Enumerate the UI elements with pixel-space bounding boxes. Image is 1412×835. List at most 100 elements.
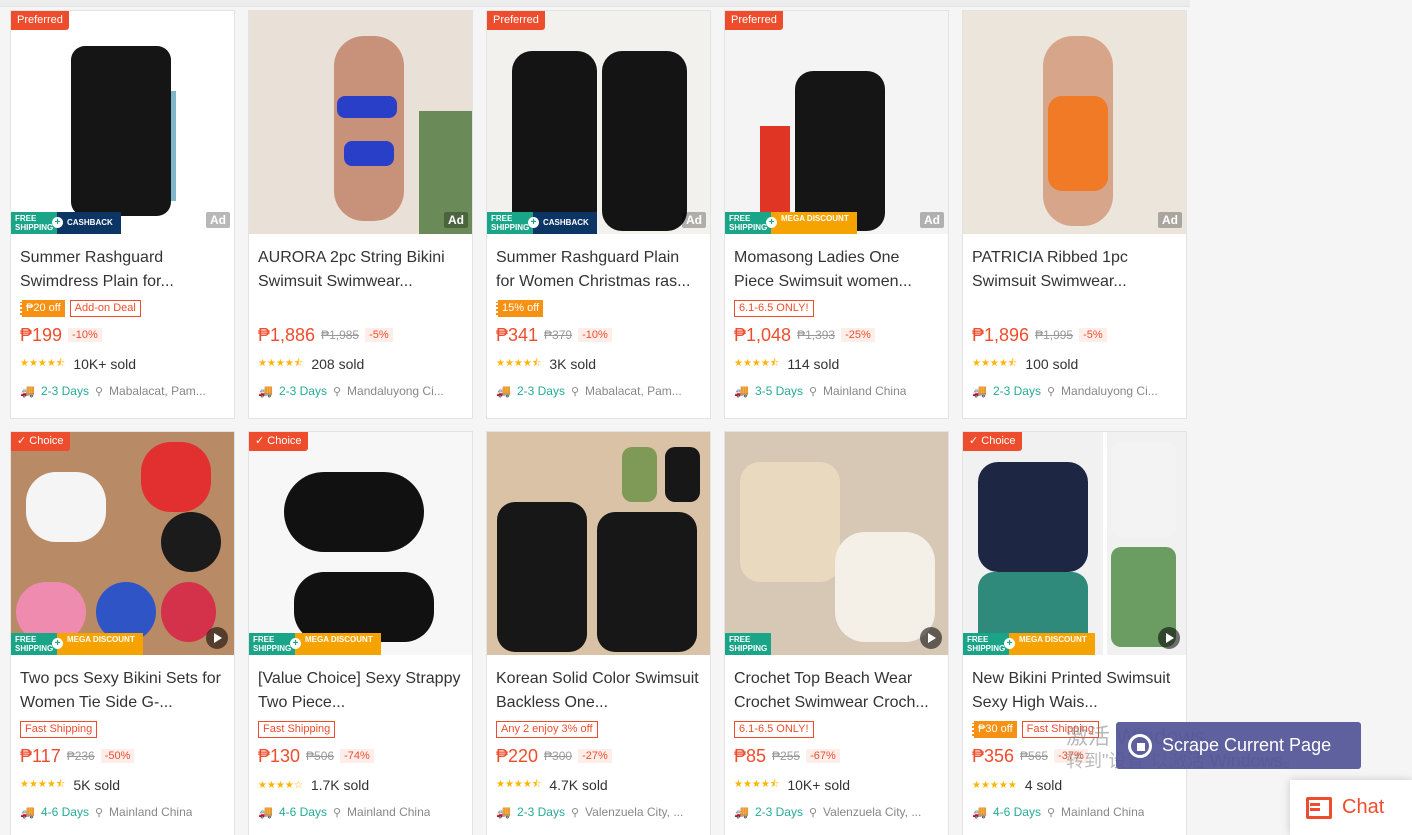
promo-row [963, 295, 1186, 317]
product-title[interactable]: Korean Solid Color Swimsuit Backless One… [487, 655, 710, 716]
promo-badges: FREE SHIPPING + CASHBACK [11, 212, 121, 234]
current-price: ₱220 [496, 745, 539, 766]
promo-badges: FREE SHIPPING + MEGA DISCOUNT [249, 633, 381, 655]
seller-location: Mandaluyong Ci... [1061, 384, 1158, 398]
product-image-area[interactable]: FREE SHIPPING [725, 432, 948, 655]
discount-badge: -10% [68, 328, 102, 342]
location-pin-icon: ⚲ [570, 385, 580, 398]
promo-row: 15% off [487, 295, 710, 317]
promo-badges: FREE SHIPPING + MEGA DISCOUNT [725, 212, 857, 234]
product-card[interactable]: Ad AURORA 2pc String Bikini Swimsuit Swi… [248, 10, 473, 419]
product-title[interactable]: New Bikini Printed Swimsuit Sexy High Wa… [963, 655, 1186, 716]
rating-stars-icon: ★★★★⯪ [734, 778, 780, 790]
mega-discount-badge: MEGA DISCOUNT [57, 633, 143, 655]
product-title[interactable]: Summer Rashguard Swimdress Plain for... [11, 234, 234, 295]
product-card[interactable]: Preferred FREE SHIPPING + CASHBACK Ad Summ… [486, 10, 711, 419]
promo-badges: FREE SHIPPING + MEGA DISCOUNT [963, 633, 1095, 655]
product-title[interactable]: AURORA 2pc String Bikini Swimsuit Swimwe… [249, 234, 472, 295]
ad-label: Ad [682, 212, 706, 228]
promo-row: Fast Shipping [249, 716, 472, 738]
product-image-area[interactable] [487, 432, 710, 655]
free-shipping-badge: FREE SHIPPING + [11, 212, 63, 234]
plus-icon: + [1004, 638, 1015, 649]
discount-badge: -10% [578, 328, 612, 342]
play-video-icon[interactable] [206, 627, 228, 649]
scrape-icon [1128, 733, 1152, 758]
discount-badge: -25% [841, 328, 875, 342]
product-image-area[interactable]: ✓ Choice FREE SHIPPING + MEGA DISCOUNT [11, 432, 234, 655]
price-row: ₱85 ₱255 -67% [725, 738, 948, 768]
promo-badges: FREE SHIPPING [725, 633, 771, 655]
product-title[interactable]: Crochet Top Beach Wear Crochet Swimwear … [725, 655, 948, 716]
plus-icon: + [290, 638, 301, 649]
promo-row [249, 295, 472, 317]
mega-discount-badge: MEGA DISCOUNT [295, 633, 381, 655]
play-video-icon[interactable] [1158, 627, 1180, 649]
product-image [249, 432, 472, 655]
sold-count: 10K+ sold [787, 777, 851, 793]
shipping-row: 🚚 2-3 Days ⚲ Mabalacat, Pam... [487, 377, 710, 405]
product-title[interactable]: PATRICIA Ribbed 1pc Swimsuit Swimwear... [963, 234, 1186, 295]
plus-icon: + [528, 217, 539, 228]
product-image [963, 432, 1186, 655]
product-title[interactable]: Summer Rashguard Plain for Women Christm… [487, 234, 710, 295]
price-row: ₱1,048 ₱1,393 -25% [725, 317, 948, 347]
scrape-label: Scrape Current Page [1162, 735, 1332, 755]
location-pin-icon: ⚲ [808, 806, 818, 819]
promo-label: Fast Shipping [1021, 721, 1099, 738]
product-title[interactable]: [Value Choice] Sexy Strappy Two Piece... [249, 655, 472, 716]
delivery-truck-icon: 🚚 [496, 805, 511, 819]
sold-count: 4.7K sold [549, 777, 608, 793]
delivery-days: 2-3 Days [516, 384, 565, 398]
product-image-area[interactable]: Preferred FREE SHIPPING + MEGA DISCOUNT Ad [725, 11, 948, 234]
price-row: ₱1,886 ₱1,985 -5% [249, 317, 472, 347]
product-card[interactable]: ✓ Choice FREE SHIPPING + MEGA DISCOUNT New… [962, 431, 1187, 835]
promo-label: ₱30 off [972, 721, 1017, 738]
delivery-truck-icon: 🚚 [496, 384, 511, 398]
rating-stars-icon: ★★★★⯪ [972, 357, 1018, 369]
original-price: ₱255 [772, 749, 801, 763]
rating-row: ★★★★⯪ 10K+ sold [11, 347, 234, 377]
product-card[interactable]: FREE SHIPPING Crochet Top Beach Wear Cro… [724, 431, 949, 835]
sold-count: 208 sold [311, 356, 365, 372]
product-card[interactable]: Preferred FREE SHIPPING + MEGA DISCOUNT Ad… [724, 10, 949, 419]
choice-tag: ✓ Choice [963, 432, 1022, 451]
product-image-area[interactable]: Ad [249, 11, 472, 234]
shipping-row: 🚚 3-5 Days ⚲ Mainland China [725, 377, 948, 405]
current-price: ₱341 [496, 324, 539, 345]
delivery-days: 3-5 Days [754, 384, 803, 398]
delivery-truck-icon: 🚚 [734, 805, 749, 819]
product-card[interactable]: Ad PATRICIA Ribbed 1pc Swimsuit Swimwear… [962, 10, 1187, 419]
promo-label: Fast Shipping [20, 721, 98, 738]
seller-location: Mabalacat, Pam... [109, 384, 206, 398]
free-shipping-badge: FREE SHIPPING + [487, 212, 539, 234]
original-price: ₱379 [544, 328, 573, 342]
location-pin-icon: ⚲ [570, 806, 580, 819]
product-card[interactable]: ✓ Choice FREE SHIPPING + MEGA DISCOUNT Two… [10, 431, 235, 835]
product-image-area[interactable]: ✓ Choice FREE SHIPPING + MEGA DISCOUNT [249, 432, 472, 655]
product-image-area[interactable]: Preferred FREE SHIPPING + CASHBACK Ad [487, 11, 710, 234]
product-image-area[interactable]: ✓ Choice FREE SHIPPING + MEGA DISCOUNT [963, 432, 1186, 655]
rating-stars-icon: ★★★★★ [972, 779, 1017, 791]
product-card[interactable]: Korean Solid Color Swimsuit Backless One… [486, 431, 711, 835]
rating-row: ★★★★⯪ 208 sold [249, 347, 472, 377]
location-pin-icon: ⚲ [332, 806, 342, 819]
product-title[interactable]: Momasong Ladies One Piece Swimsuit women… [725, 234, 948, 295]
promo-label: Any 2 enjoy 3% off [496, 721, 598, 738]
play-video-icon[interactable] [920, 627, 942, 649]
product-image-area[interactable]: Ad [963, 11, 1186, 234]
product-image-area[interactable]: Preferred FREE SHIPPING + CASHBACK Ad [11, 11, 234, 234]
rating-stars-icon: ★★★★⯪ [496, 778, 542, 790]
product-card[interactable]: Preferred FREE SHIPPING + CASHBACK Ad Summ… [10, 10, 235, 419]
product-title[interactable]: Two pcs Sexy Bikini Sets for Women Tie S… [11, 655, 234, 716]
product-card[interactable]: ✓ Choice FREE SHIPPING + MEGA DISCOUNT [Va… [248, 431, 473, 835]
product-image [249, 11, 472, 234]
mega-discount-badge: MEGA DISCOUNT [771, 212, 857, 234]
current-price: ₱356 [972, 745, 1015, 766]
delivery-days: 4-6 Days [992, 805, 1041, 819]
promo-row: Any 2 enjoy 3% off [487, 716, 710, 738]
current-price: ₱1,896 [972, 324, 1030, 345]
seller-location: Mainland China [823, 384, 907, 398]
scrape-current-page-button[interactable]: Scrape Current Page [1116, 722, 1361, 769]
chat-button[interactable]: Chat [1290, 780, 1412, 835]
